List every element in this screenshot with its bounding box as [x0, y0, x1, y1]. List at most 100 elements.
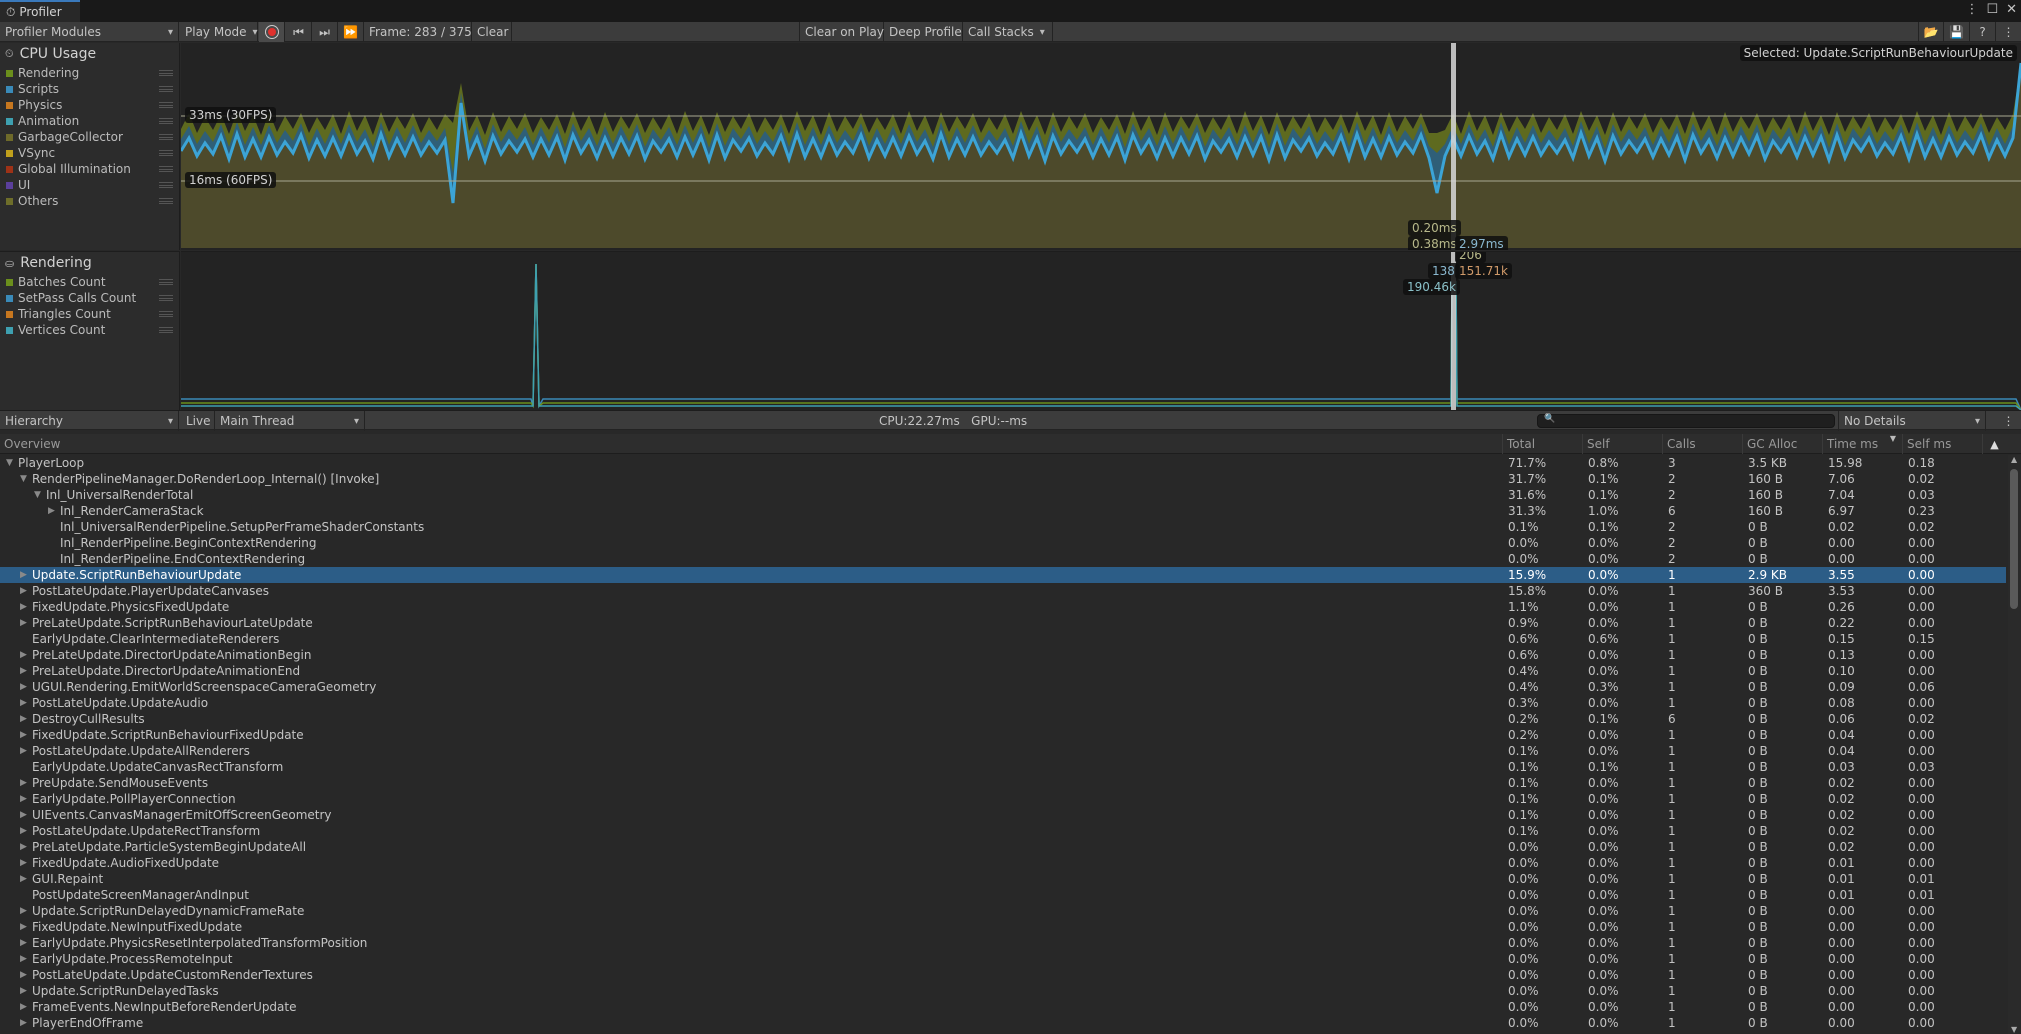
column-gc-alloc[interactable]: GC Alloc	[1742, 434, 1822, 454]
drag-handle-icon[interactable]	[159, 118, 173, 124]
legend-swatch[interactable]	[6, 101, 13, 109]
table-row[interactable]: ▶ PostLateUpdate.UpdateAudio 0.3% 0.0% 1 0 B 0…	[0, 695, 2006, 711]
search-input[interactable]: 🔍	[1537, 414, 1835, 428]
table-row[interactable]: ▶ FixedUpdate.ScriptRunBehaviourFixedUpda…	[0, 727, 2006, 743]
collapsed-chevron-icon[interactable]: ▶	[20, 938, 32, 948]
collapsed-chevron-icon[interactable]: ▶	[20, 826, 32, 836]
legend-swatch[interactable]	[6, 294, 13, 302]
legend-swatch[interactable]	[6, 326, 13, 334]
legend-swatch[interactable]	[6, 278, 13, 286]
rendering-module[interactable]: ⛀ Rendering Batches Count SetPass Calls C…	[0, 251, 180, 410]
more-options-icon[interactable]: ⋮	[1965, 2, 1978, 17]
table-row[interactable]: ▶ PreLateUpdate.DirectorUpdateAnimationEn…	[0, 663, 2006, 679]
legend-swatch[interactable]	[6, 149, 13, 157]
collapsed-chevron-icon[interactable]: ▶	[20, 666, 32, 676]
save-button[interactable]: 💾	[1944, 22, 1970, 42]
view-type-dropdown[interactable]: Hierarchy	[0, 411, 179, 431]
legend-swatch[interactable]	[6, 117, 13, 125]
collapsed-chevron-icon[interactable]: ▶	[20, 570, 32, 580]
cpu_module-legend-item[interactable]: UI	[0, 177, 179, 193]
clear-on-play-toggle[interactable]: Clear on Play	[799, 22, 884, 42]
collapsed-chevron-icon[interactable]: ▶	[20, 602, 32, 612]
table-row[interactable]: ▶ FixedUpdate.AudioFixedUpdate 0.0% 0.0% 1 0 …	[0, 855, 2006, 871]
hierarchy-table[interactable]: ▼ PlayerLoop 71.7% 0.8% 3 3.5 KB 15.98 0.18 ▼ Ren…	[0, 455, 2006, 1034]
collapsed-chevron-icon[interactable]: ▶	[20, 746, 32, 756]
column-self-ms[interactable]: Self ms	[1902, 434, 1982, 454]
vertical-scrollbar[interactable]: ▲ ▼	[2008, 455, 2021, 1034]
table-row[interactable]: ▶ PostLateUpdate.UpdateCustomRenderTextur…	[0, 967, 2006, 983]
table-row[interactable]: ▼ Inl_UniversalRenderTotal 31.6% 0.1% 2 160 B…	[0, 487, 2006, 503]
drag-handle-icon[interactable]	[159, 134, 173, 140]
column-overview[interactable]: Overview	[0, 434, 1502, 454]
call-stacks-dropdown[interactable]: Call Stacks	[963, 22, 1053, 42]
cpu_module-legend-item[interactable]: Animation	[0, 113, 179, 129]
drag-handle-icon[interactable]	[159, 198, 173, 204]
scrollbar-thumb[interactable]	[2010, 469, 2018, 609]
help-button[interactable]: ?	[1970, 22, 1996, 42]
drag-handle-icon[interactable]	[159, 182, 173, 188]
legend-swatch[interactable]	[6, 133, 13, 141]
drag-handle-icon[interactable]	[159, 102, 173, 108]
collapsed-chevron-icon[interactable]: ▶	[20, 714, 32, 724]
table-row[interactable]: Inl_RenderPipeline.EndContextRendering 0.…	[0, 551, 2006, 567]
table-row[interactable]: ▶ EarlyUpdate.ProcessRemoteInput 0.0% 0.0% 1…	[0, 951, 2006, 967]
table-row[interactable]: ▶ FrameEvents.NewInputBeforeRenderUpdate 0…	[0, 999, 2006, 1015]
current-frame-button[interactable]: ⏩	[338, 22, 364, 42]
collapsed-chevron-icon[interactable]: ▶	[20, 842, 32, 852]
table-row[interactable]: ▼ PlayerLoop 71.7% 0.8% 3 3.5 KB 15.98 0.18	[0, 455, 2006, 471]
table-row[interactable]: PostUpdateScreenManagerAndInput 0.0% 0.0% 1…	[0, 887, 2006, 903]
collapsed-chevron-icon[interactable]: ▶	[20, 986, 32, 996]
thread-dropdown[interactable]: Main Thread	[215, 411, 365, 431]
legend-swatch[interactable]	[6, 197, 13, 205]
details-dropdown[interactable]: No Details	[1838, 411, 1986, 431]
collapsed-chevron-icon[interactable]: ▶	[20, 650, 32, 660]
table-row[interactable]: ▶ PostLateUpdate.UpdateRectTransform 0.1% 0…	[0, 823, 2006, 839]
expanded-chevron-icon[interactable]: ▼	[6, 458, 18, 468]
collapsed-chevron-icon[interactable]: ▶	[20, 858, 32, 868]
next-frame-button[interactable]: ⏭	[312, 22, 338, 42]
maximize-icon[interactable]: ☐	[1986, 2, 1998, 17]
collapsed-chevron-icon[interactable]: ▶	[20, 1002, 32, 1012]
record-button[interactable]	[259, 22, 285, 42]
table-row[interactable]: Inl_UniversalRenderPipeline.SetupPerFram…	[0, 519, 2006, 535]
table-row[interactable]: ▶ EarlyUpdate.PhysicsResetInterpolatedTra…	[0, 935, 2006, 951]
collapsed-chevron-icon[interactable]: ▶	[20, 874, 32, 884]
table-row[interactable]: ▶ UIEvents.CanvasManagerEmitOffScreenGeom…	[0, 807, 2006, 823]
table-row[interactable]: ▶ Update.ScriptRunDelayedDynamicFrameRate…	[0, 903, 2006, 919]
legend-swatch[interactable]	[6, 85, 13, 93]
table-row[interactable]: ▶ Update.ScriptRunBehaviourUpdate 15.9% 0.0…	[0, 567, 2006, 583]
expanded-chevron-icon[interactable]: ▼	[20, 474, 32, 484]
table-row[interactable]: ▶ PreLateUpdate.DirectorUpdateAnimationBe…	[0, 647, 2006, 663]
drag-handle-icon[interactable]	[159, 295, 173, 301]
collapsed-chevron-icon[interactable]: ▶	[20, 618, 32, 628]
table-row[interactable]: ▶ FixedUpdate.PhysicsFixedUpdate 1.1% 0.0% 1…	[0, 599, 2006, 615]
selected-frame-marker[interactable]	[1451, 43, 1456, 250]
cpu_module-legend-item[interactable]: Physics	[0, 97, 179, 113]
hierarchy-menu-button[interactable]: ⋮	[1996, 411, 2021, 431]
table-row[interactable]: ▶ PostLateUpdate.UpdateAllRenderers 0.1% 0.…	[0, 743, 2006, 759]
cpu-usage-chart[interactable]: 33ms (30FPS) 16ms (60FPS) Selected: Upda…	[181, 43, 2021, 250]
legend-swatch[interactable]	[6, 69, 13, 77]
rendering_module-legend-item[interactable]: Triangles Count	[0, 306, 179, 322]
collapsed-chevron-icon[interactable]: ▶	[20, 1018, 32, 1028]
drag-handle-icon[interactable]	[159, 70, 173, 76]
rendering_module-legend-item[interactable]: Batches Count	[0, 274, 179, 290]
collapsed-chevron-icon[interactable]: ▶	[20, 810, 32, 820]
legend-swatch[interactable]	[6, 310, 13, 318]
table-row[interactable]: ▶ PlayerEndOfFrame 0.0% 0.0% 1 0 B 0.00 0.00	[0, 1015, 2006, 1031]
cpu_module-legend-item[interactable]: VSync	[0, 145, 179, 161]
legend-swatch[interactable]	[6, 165, 13, 173]
table-row[interactable]: ▶ PreLateUpdate.ScriptRunBehaviourLateUpd…	[0, 615, 2006, 631]
collapsed-chevron-icon[interactable]: ▶	[20, 586, 32, 596]
table-row[interactable]: ▶ DestroyCullResults 0.2% 0.1% 6 0 B 0.06 0.02	[0, 711, 2006, 727]
profiler-tab[interactable]: ⏱ Profiler	[0, 0, 80, 22]
cpu_module-legend-item[interactable]: Scripts	[0, 81, 179, 97]
close-icon[interactable]: ✕	[2006, 2, 2017, 17]
collapsed-chevron-icon[interactable]: ▶	[20, 922, 32, 932]
clear-button[interactable]: Clear	[472, 22, 512, 42]
column-total[interactable]: Total	[1502, 434, 1582, 454]
drag-handle-icon[interactable]	[159, 86, 173, 92]
collapsed-chevron-icon[interactable]: ▶	[20, 794, 32, 804]
profiler-modules-dropdown[interactable]: Profiler Modules	[0, 22, 179, 42]
drag-handle-icon[interactable]	[159, 166, 173, 172]
